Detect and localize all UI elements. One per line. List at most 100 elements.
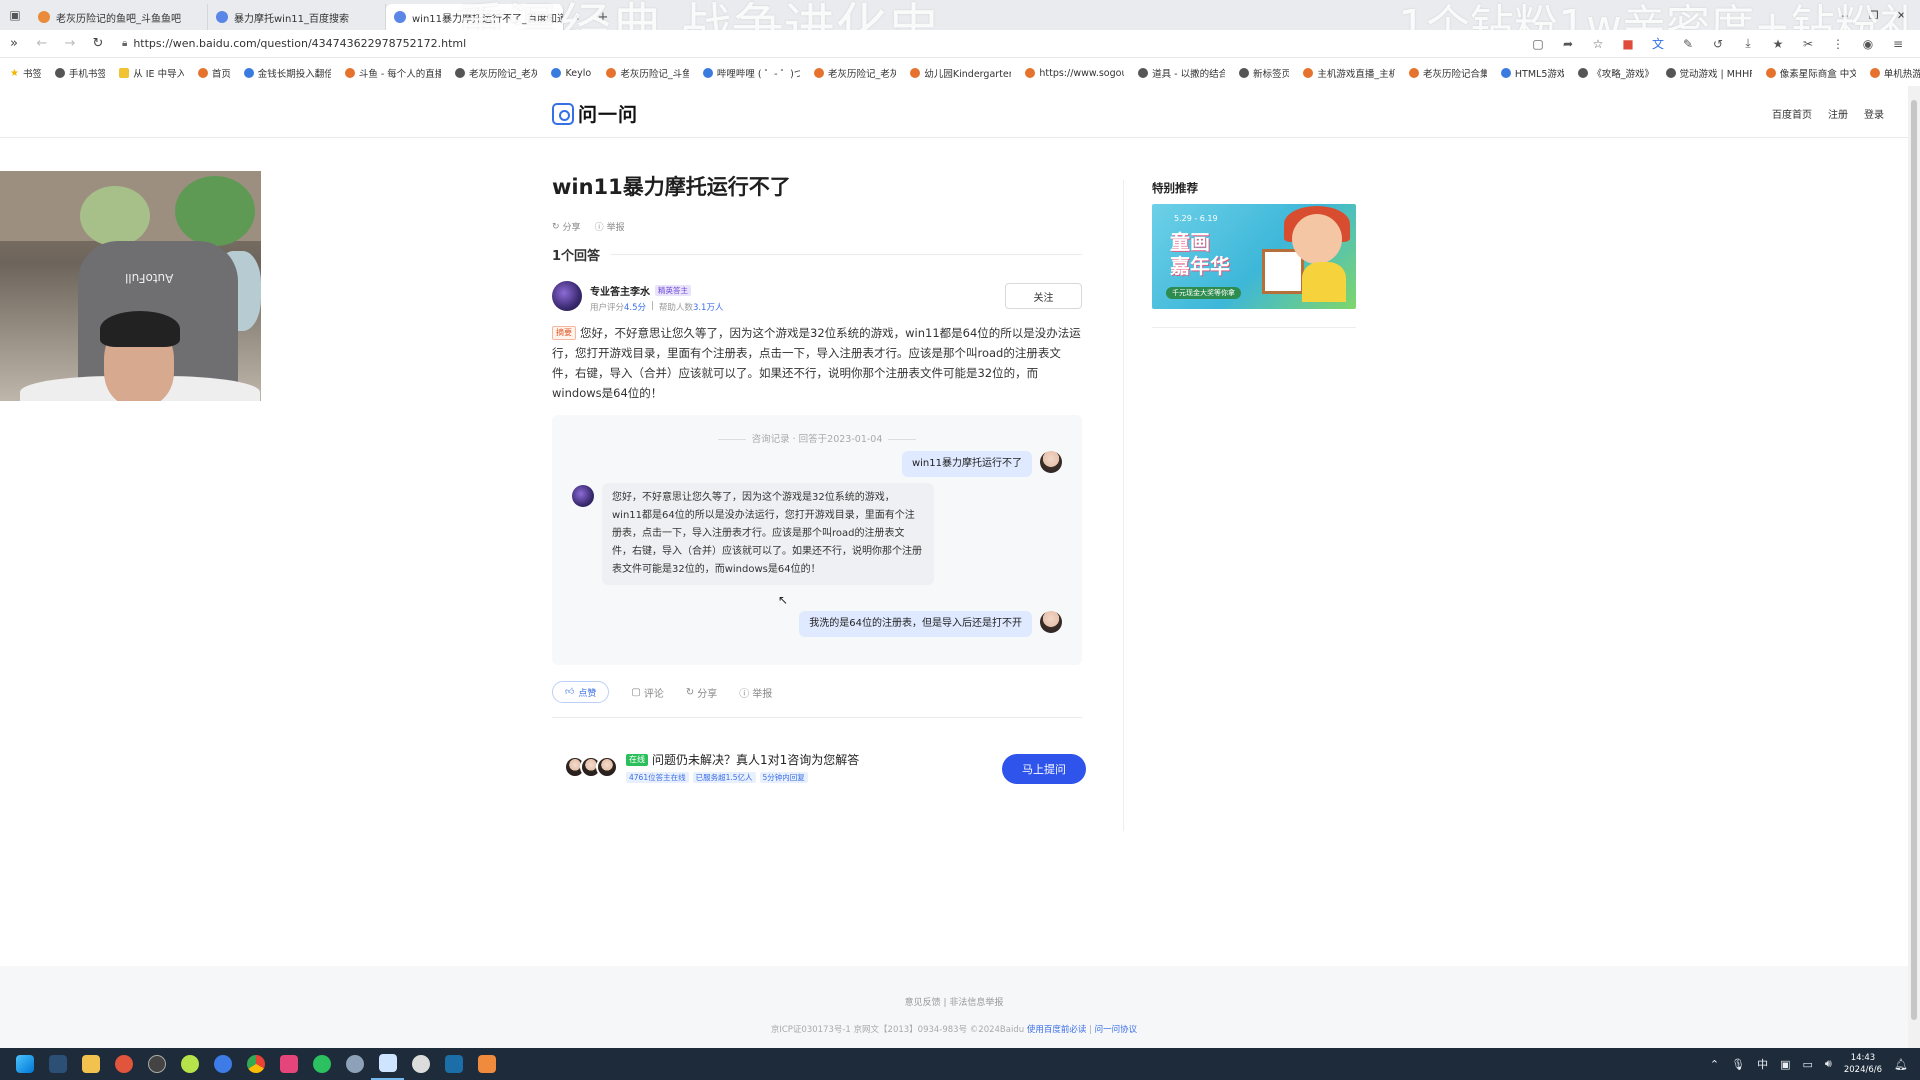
bookmark-item[interactable]: 手机书签 <box>54 66 105 80</box>
promo-title-line-1: 童画 <box>1170 230 1210 254</box>
bookmark-item[interactable]: ★ 书签 <box>10 66 41 81</box>
ime-indicator[interactable]: 中 <box>1757 1056 1768 1072</box>
taskbar-app[interactable] <box>173 1048 206 1080</box>
brush-icon[interactable]: ✎ <box>1680 37 1696 51</box>
taskbar-app[interactable] <box>41 1048 74 1080</box>
bookmark-item[interactable]: 从 IE 中导入 <box>119 66 184 80</box>
screenshot-icon[interactable]: ▢ <box>1530 37 1546 51</box>
more-menu-icon[interactable]: ⋮ <box>1830 37 1846 51</box>
bookmark-item[interactable]: 老灰历险记_斗鱼 <box>606 66 689 80</box>
taskbar-app[interactable] <box>239 1048 272 1080</box>
answerer-avatar[interactable] <box>552 281 582 311</box>
comment-button[interactable]: ▢ 评论 <box>631 685 663 700</box>
network-icon[interactable]: ▭ <box>1803 1058 1813 1071</box>
bookmark-item[interactable]: HTML5游戏 <box>1500 66 1565 80</box>
answer-share-button[interactable]: ↻ 分享 <box>686 685 717 700</box>
minimize-icon[interactable]: — <box>1840 9 1851 22</box>
notification-icon[interactable]: 🔔︎ <box>1894 1058 1908 1071</box>
ask-now-button[interactable]: 马上提问 <box>1002 754 1086 784</box>
history-icon[interactable]: ↺ <box>1710 37 1726 51</box>
close-window-icon[interactable]: ✕ <box>1897 9 1906 22</box>
reload-icon[interactable]: ↻ <box>84 30 112 58</box>
tab-scroll-icon[interactable]: ‹ <box>564 4 590 30</box>
bookmark-item[interactable]: 道具 - 以撒的结合 <box>1138 66 1225 80</box>
taskbar-app[interactable] <box>371 1048 404 1080</box>
login-link[interactable]: 登录 <box>1864 106 1884 121</box>
download-icon[interactable]: ⤓ <box>1740 36 1756 51</box>
tray-app-icon[interactable]: ▣ <box>1780 1058 1790 1071</box>
bookmark-item[interactable]: 老灰历险记_老灰 <box>813 66 896 80</box>
forward-icon[interactable]: → <box>56 30 84 58</box>
browser-tab-2[interactable]: 暴力摩托win11_百度搜索 <box>208 4 386 30</box>
share-icon[interactable]: ➦ <box>1560 37 1576 51</box>
taskbar-app[interactable] <box>206 1048 239 1080</box>
answer-report-button[interactable]: ⓘ 举报 <box>739 685 772 700</box>
comment-icon: ▢ <box>631 686 641 698</box>
restore-icon[interactable]: ❐ <box>1869 9 1879 22</box>
taskbar-app[interactable] <box>74 1048 107 1080</box>
tab-menu-icon[interactable]: ▣ <box>0 0 30 30</box>
translate-icon[interactable]: 文 <box>1650 35 1666 52</box>
bookmark-item[interactable]: 斗鱼 - 每个人的直播 <box>344 66 441 80</box>
extensions-icon[interactable]: ✂ <box>1800 37 1816 51</box>
bookmark-item[interactable]: 老灰历险记_老灰 <box>455 66 537 80</box>
like-button[interactable]: 👍︎ 点赞 <box>552 681 610 703</box>
taskbar-app[interactable] <box>437 1048 470 1080</box>
footer-separator: | <box>1089 1025 1092 1035</box>
page-scrollbar[interactable] <box>1908 86 1920 1048</box>
start-button[interactable] <box>8 1048 41 1080</box>
footer-links[interactable]: 意见反馈 | 非法信息举报 <box>0 995 1908 1008</box>
bookmark-item[interactable]: 金钱长期投入翻倍 <box>243 66 331 80</box>
microphone-icon[interactable]: 🎙︎ <box>1731 1058 1745 1071</box>
taskbar-app[interactable] <box>338 1048 371 1080</box>
terms-link[interactable]: 使用百度前必读 <box>1027 1025 1087 1035</box>
taskbar-app[interactable] <box>140 1048 173 1080</box>
agreement-link[interactable]: 问一问协议 <box>1095 1025 1138 1035</box>
taskbar-app[interactable] <box>470 1048 503 1080</box>
system-clock[interactable]: 14:43 2024/6/6 <box>1844 1052 1882 1076</box>
webcam-person <box>100 311 180 347</box>
bookmark-item[interactable]: Keylol <box>551 68 592 79</box>
taskbar-app[interactable] <box>107 1048 140 1080</box>
bookmark-item[interactable]: 觉动游戏 | MHHF <box>1665 66 1752 80</box>
tray-overflow-icon[interactable]: ⌃ <box>1710 1058 1719 1071</box>
bookmark-star-icon[interactable]: ★ <box>1770 37 1786 51</box>
question-share-button[interactable]: ↻ 分享 <box>552 220 581 234</box>
bookmark-item[interactable]: https://www.sogou <box>1025 68 1124 79</box>
main-menu-icon[interactable]: ≡ <box>1890 37 1906 51</box>
new-tab-icon[interactable]: + <box>590 4 616 30</box>
question-report-button[interactable]: ⓘ 举报 <box>595 220 625 233</box>
taskbar-app[interactable] <box>404 1048 437 1080</box>
register-link[interactable]: 注册 <box>1828 106 1848 121</box>
bookmark-item[interactable]: 像素星际商盒 中文 <box>1765 66 1856 80</box>
bookmark-label: HTML5游戏 <box>1514 69 1565 80</box>
taskbar-app[interactable] <box>272 1048 305 1080</box>
favorite-star-icon[interactable]: ☆ <box>1590 37 1606 51</box>
scrollbar-thumb[interactable] <box>1911 100 1917 1020</box>
follow-button[interactable]: 关注 <box>1005 283 1082 309</box>
bookmark-item[interactable]: 新标签页 <box>1239 66 1289 80</box>
bookmark-label: 书签 <box>22 69 41 80</box>
extension-red-icon[interactable]: ■ <box>1620 37 1636 51</box>
bookmark-item[interactable]: 《攻略_游戏》 <box>1578 66 1652 80</box>
site-logo[interactable]: 问一问 <box>552 100 638 127</box>
stat-served: 已服务超1.5亿人 <box>692 772 756 783</box>
address-bar[interactable]: 🔒︎ https://wen.baidu.com/question/434743… <box>122 33 466 55</box>
bookmark-item[interactable]: 单机热游 <box>1869 66 1920 80</box>
promo-banner[interactable]: 5.29 - 6.19 童画 嘉年华 千元现金大奖等你拿 <box>1152 204 1356 309</box>
bookmark-item[interactable]: 老灰历险记合集 <box>1409 66 1487 80</box>
back-icon[interactable]: ← <box>28 30 56 58</box>
bookmark-item[interactable]: 首页 <box>197 66 230 80</box>
taskbar-app[interactable] <box>305 1048 338 1080</box>
sidebar-toggle-icon[interactable]: » <box>0 30 28 58</box>
profile-icon[interactable]: ◉ <box>1860 37 1876 51</box>
browser-tab-3[interactable]: win11暴力摩托运行不了_百度知道 ✕ <box>386 4 564 30</box>
share-icon: ↻ <box>685 686 695 698</box>
bookmark-item[interactable]: 幼儿园Kindergarten <box>910 66 1011 80</box>
volume-icon[interactable]: 🔊︎ <box>1825 1057 1832 1071</box>
answerer-name[interactable]: 专业答主李水 <box>590 283 650 298</box>
bookmark-item[interactable]: 哔哩哔哩 ( ゜- ゜)つ <box>702 66 800 80</box>
baidu-home-link[interactable]: 百度首页 <box>1772 106 1812 121</box>
bookmark-item[interactable]: 主机游戏直播_主机 <box>1303 66 1395 80</box>
browser-tab-1[interactable]: 老灰历险记的鱼吧_斗鱼鱼吧 <box>30 4 208 30</box>
